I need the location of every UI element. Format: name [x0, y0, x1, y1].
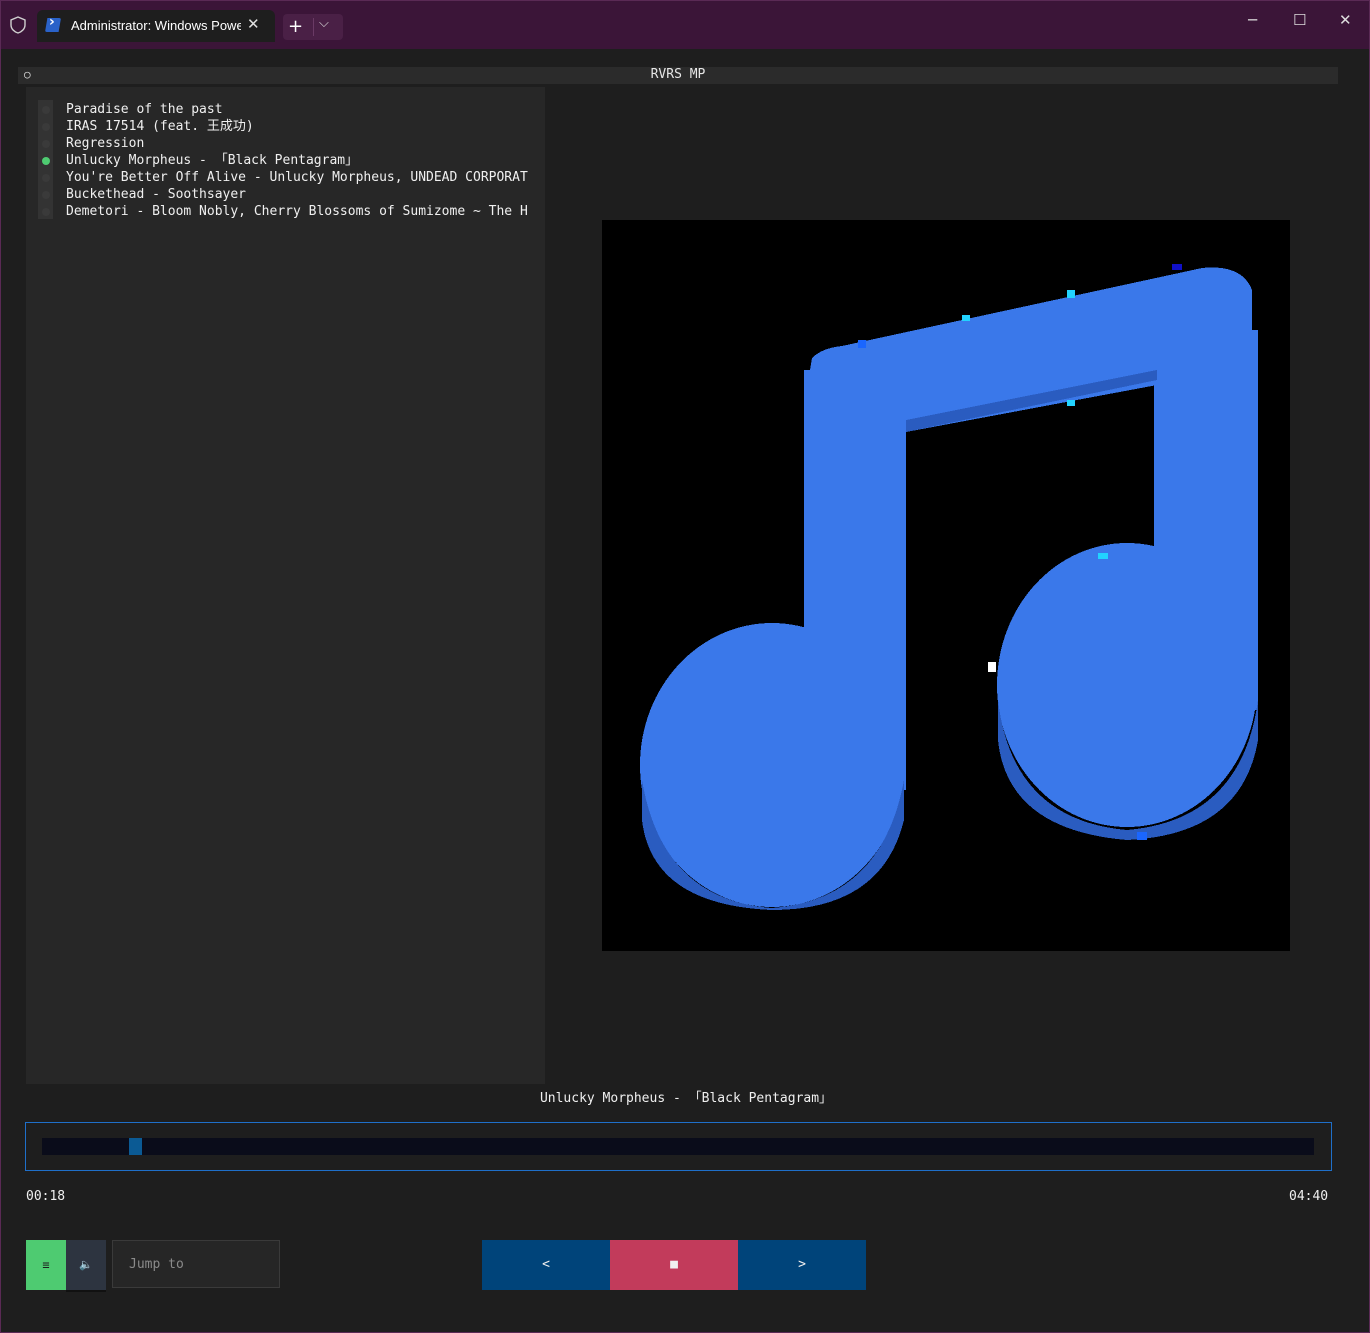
playing-indicator-icon	[42, 157, 50, 165]
powershell-icon	[45, 18, 61, 32]
track-indicator-icon	[42, 208, 50, 216]
jump-to-input[interactable]	[112, 1240, 280, 1288]
progress-container	[25, 1122, 1332, 1171]
tab-close-icon[interactable]: ✕	[247, 15, 260, 33]
track-indicator-icon	[42, 174, 50, 182]
elapsed-time: 00:18	[26, 1189, 66, 1204]
playlist-item[interactable]: Buckethead - Soothsayer	[66, 186, 538, 203]
track-indicator-icon	[42, 123, 50, 131]
close-button[interactable]: ✕	[1339, 11, 1352, 29]
playlist-item[interactable]: IRAS 17514 (feat. 王成功)	[66, 118, 538, 135]
playlist-item[interactable]: Unlucky Morpheus - 「Black Pentagram」	[66, 152, 538, 169]
track-indicator-icon	[42, 106, 50, 114]
shield-icon	[10, 16, 26, 34]
playlist-item[interactable]: Paradise of the past	[66, 101, 538, 118]
next-button[interactable]: >	[738, 1240, 866, 1290]
title-bar: Administrator: Windows Powe ✕ + ⌵ ─ ☐ ✕	[1, 1, 1369, 49]
playlist-panel: Paradise of the past IRAS 17514 (feat. 王成…	[26, 87, 545, 1084]
progress-thumb[interactable]	[129, 1138, 142, 1155]
music-note-icon	[640, 264, 1258, 910]
divider	[313, 18, 314, 36]
stop-button[interactable]: ■	[610, 1240, 738, 1290]
app-header: ○ RVRS MP	[18, 67, 1338, 84]
playlist-item[interactable]: You're Better Off Alive - Unlucky Morphe…	[66, 169, 538, 186]
now-playing-title: Unlucky Morpheus - 「Black Pentagram」	[539, 1091, 833, 1106]
chevron-down-icon[interactable]: ⌵	[319, 16, 329, 31]
tab-powershell[interactable]: Administrator: Windows Powe ✕	[37, 10, 275, 42]
previous-button[interactable]: <	[482, 1240, 610, 1290]
maximize-button[interactable]: ☐	[1293, 11, 1306, 29]
app-title: RVRS MP	[650, 67, 706, 82]
track-indicator-icon	[42, 140, 50, 148]
terminal-window: Administrator: Windows Powe ✕ + ⌵ ─ ☐ ✕ …	[0, 0, 1370, 1333]
total-time: 04:40	[1289, 1189, 1329, 1204]
playlist-item[interactable]: Demetori - Bloom Nobly, Cherry Blossoms …	[66, 203, 538, 220]
minimize-button[interactable]: ─	[1248, 11, 1257, 29]
playlist-toggle-button[interactable]: ≡	[26, 1240, 66, 1290]
new-tab-group: + ⌵	[283, 14, 343, 40]
playlist-item[interactable]: Regression	[66, 135, 538, 152]
tab-title: Administrator: Windows Powe	[71, 18, 241, 33]
track-indicator-icon	[42, 191, 50, 199]
new-tab-button[interactable]: +	[288, 16, 303, 37]
progress-bar[interactable]	[42, 1138, 1314, 1155]
album-art	[602, 220, 1290, 951]
volume-icon[interactable]: 🔈	[66, 1240, 106, 1292]
